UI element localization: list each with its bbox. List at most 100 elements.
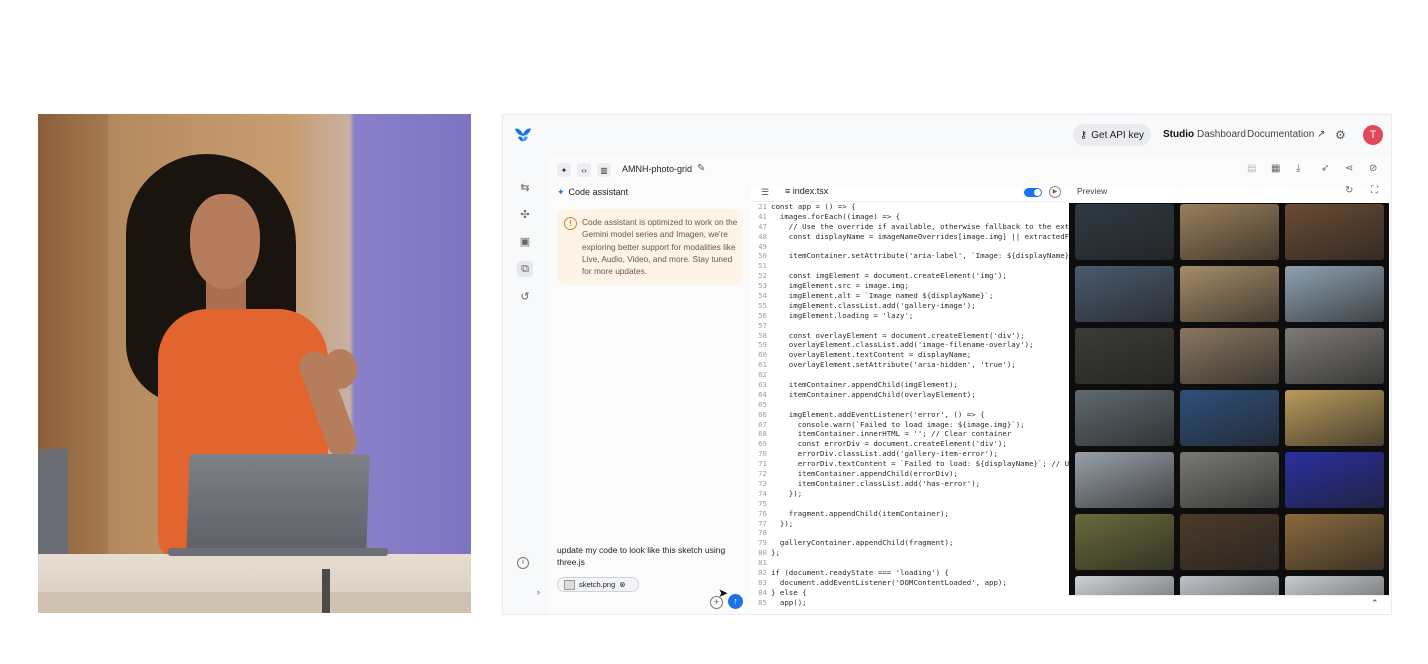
info-icon[interactable]: i xyxy=(517,557,529,569)
code-text: app(); xyxy=(771,597,807,607)
gallery-image[interactable] xyxy=(1180,266,1279,322)
fullscreen-icon[interactable]: ⛶ xyxy=(1371,185,1378,196)
line-number: 48 xyxy=(758,231,767,241)
nav-documentation[interactable]: Documentation ↗ xyxy=(1247,129,1325,140)
gallery-image[interactable] xyxy=(1285,204,1384,260)
line-number: 66 xyxy=(758,409,767,419)
get-api-key-button[interactable]: ⚷ Get API key xyxy=(1073,124,1151,146)
line-number: 56 xyxy=(758,310,767,320)
code-text: errorDiv.textContent = `Failed to load: … xyxy=(771,459,1069,469)
code-text: }); xyxy=(771,488,803,498)
code-assistant-panel: ✦ Code assistant ! Code assistant is opti… xyxy=(549,185,752,614)
line-number: 41 xyxy=(758,211,767,221)
sparkle-icon[interactable]: ✦ xyxy=(557,163,571,177)
gallery-image[interactable] xyxy=(1075,266,1174,322)
code-line: 63 itemContainer.appendChild(imgElement)… xyxy=(751,380,1069,390)
code-text: const displayName = imageNameOverrides[i… xyxy=(771,231,1069,241)
deploy-rocket-icon[interactable]: ➶ xyxy=(1321,163,1329,174)
layout-icon[interactable]: ▥ xyxy=(597,163,611,177)
gallery-image[interactable] xyxy=(1180,452,1279,508)
code-text: galleryContainer.appendChild(fragment); xyxy=(771,538,954,548)
gallery-image[interactable] xyxy=(1180,390,1279,446)
settings-gear-icon[interactable]: ⚙ xyxy=(1335,128,1346,142)
history-icon[interactable]: ↺ xyxy=(517,289,533,305)
gallery-image[interactable] xyxy=(1285,514,1384,570)
editor-tabs: ☰ ≡ index.tsx ▶ xyxy=(751,185,1069,202)
logo-icon[interactable] xyxy=(513,125,533,145)
get-api-key-label: Get API key xyxy=(1091,129,1145,141)
presenter-hand xyxy=(323,349,357,389)
line-number: 71 xyxy=(758,459,767,469)
code-line: 60 overlayElement.textContent = displayN… xyxy=(751,350,1069,360)
gallery-image[interactable] xyxy=(1285,328,1384,384)
gallery-image[interactable] xyxy=(1180,576,1279,595)
code-line: 67 console.warn(`Failed to load image: $… xyxy=(751,420,1069,430)
code-line: 49 xyxy=(751,242,1069,252)
gallery-image[interactable] xyxy=(1075,514,1174,570)
download-icon[interactable]: ⤓ xyxy=(1296,163,1300,174)
file-list-icon[interactable]: ☰ xyxy=(761,187,769,198)
code-text: }; xyxy=(771,548,780,558)
left-rail: ⇆ ✣ ▣ ⧉ ↺ xyxy=(503,155,549,614)
autosave-toggle[interactable] xyxy=(1024,188,1042,197)
line-number: 21 xyxy=(758,202,767,211)
chat-icon[interactable]: ⇆ xyxy=(517,180,533,196)
gallery-image[interactable] xyxy=(1180,204,1279,260)
avatar[interactable]: T xyxy=(1363,125,1383,145)
gallery-image[interactable] xyxy=(1285,266,1384,322)
line-number: 85 xyxy=(758,597,767,607)
line-number: 49 xyxy=(758,241,767,251)
gallery-image[interactable] xyxy=(1180,328,1279,384)
hide-icon[interactable]: ⊘ xyxy=(1369,163,1377,174)
code-icon[interactable]: ‹› xyxy=(577,163,591,177)
gallery-image[interactable] xyxy=(1075,452,1174,508)
attachment-chip[interactable]: sketch.png ⊗ xyxy=(557,577,639,592)
code-line: 59 overlayElement.classList.add('image-f… xyxy=(751,340,1069,350)
code-line: 80}; xyxy=(751,548,1069,558)
edit-pencil-icon[interactable]: ✎ xyxy=(697,163,705,174)
line-number: 82 xyxy=(758,567,767,577)
tab-index-tsx[interactable]: ≡ index.tsx xyxy=(785,186,828,196)
gallery-image[interactable] xyxy=(1075,204,1174,260)
gallery-image[interactable] xyxy=(1285,390,1384,446)
prompt-input[interactable]: update my code to look like this sketch … xyxy=(557,544,747,568)
side-laptop xyxy=(38,449,68,554)
line-number: 68 xyxy=(758,429,767,439)
warning-icon: ! xyxy=(564,217,577,230)
line-number: 58 xyxy=(758,330,767,340)
file-icon: ≡ xyxy=(785,186,793,196)
code-line: 85 app(); xyxy=(751,598,1069,608)
code-editor[interactable]: ☰ ≡ index.tsx ▶ 21 const app = () => {41 … xyxy=(751,185,1069,614)
line-number: 72 xyxy=(758,469,767,479)
chevron-up-icon[interactable]: ⌃ xyxy=(1371,598,1379,609)
code-text: // Use the override if available, otherw… xyxy=(771,221,1069,231)
code-line: 83 document.addEventListener('DOMContent… xyxy=(751,578,1069,588)
refresh-icon[interactable]: ↻ xyxy=(1345,185,1353,196)
chevron-right-icon[interactable]: › xyxy=(537,587,540,597)
code-line: 53 imgElement.src = image.img; xyxy=(751,281,1069,291)
gallery-image[interactable] xyxy=(1075,328,1174,384)
code-line: 70 errorDiv.classList.add('gallery-item-… xyxy=(751,449,1069,459)
send-button[interactable]: ↑ xyxy=(728,594,743,609)
build-icon[interactable]: ⧉ xyxy=(517,261,533,277)
remove-attachment-icon[interactable]: ⊗ xyxy=(619,580,625,589)
gallery-image[interactable] xyxy=(1285,576,1384,595)
run-icon[interactable]: ▶ xyxy=(1049,186,1061,198)
laptop-base xyxy=(168,548,388,556)
code-line: 57 xyxy=(751,321,1069,331)
code-text: itemContainer.classList.add('has-error')… xyxy=(771,478,981,488)
nav-studio[interactable]: Studio xyxy=(1163,129,1194,140)
gallery-image[interactable] xyxy=(1075,576,1174,595)
save-icon[interactable]: ▦ xyxy=(1271,163,1280,174)
stream-icon[interactable]: ✣ xyxy=(517,207,533,223)
history-save-icon[interactable]: ▤ xyxy=(1247,163,1256,174)
gallery-image[interactable] xyxy=(1180,514,1279,570)
share-icon[interactable]: ⋖ xyxy=(1345,163,1353,174)
gallery-image[interactable] xyxy=(1075,390,1174,446)
gallery-image[interactable] xyxy=(1285,452,1384,508)
code-text: const errorDiv = document.createElement(… xyxy=(771,439,1007,449)
media-icon[interactable]: ▣ xyxy=(517,234,533,250)
nav-dashboard[interactable]: Dashboard xyxy=(1197,129,1246,140)
code-text: const app = () => { xyxy=(771,202,856,211)
code-text: const overlayElement = document.createEl… xyxy=(771,330,1025,340)
